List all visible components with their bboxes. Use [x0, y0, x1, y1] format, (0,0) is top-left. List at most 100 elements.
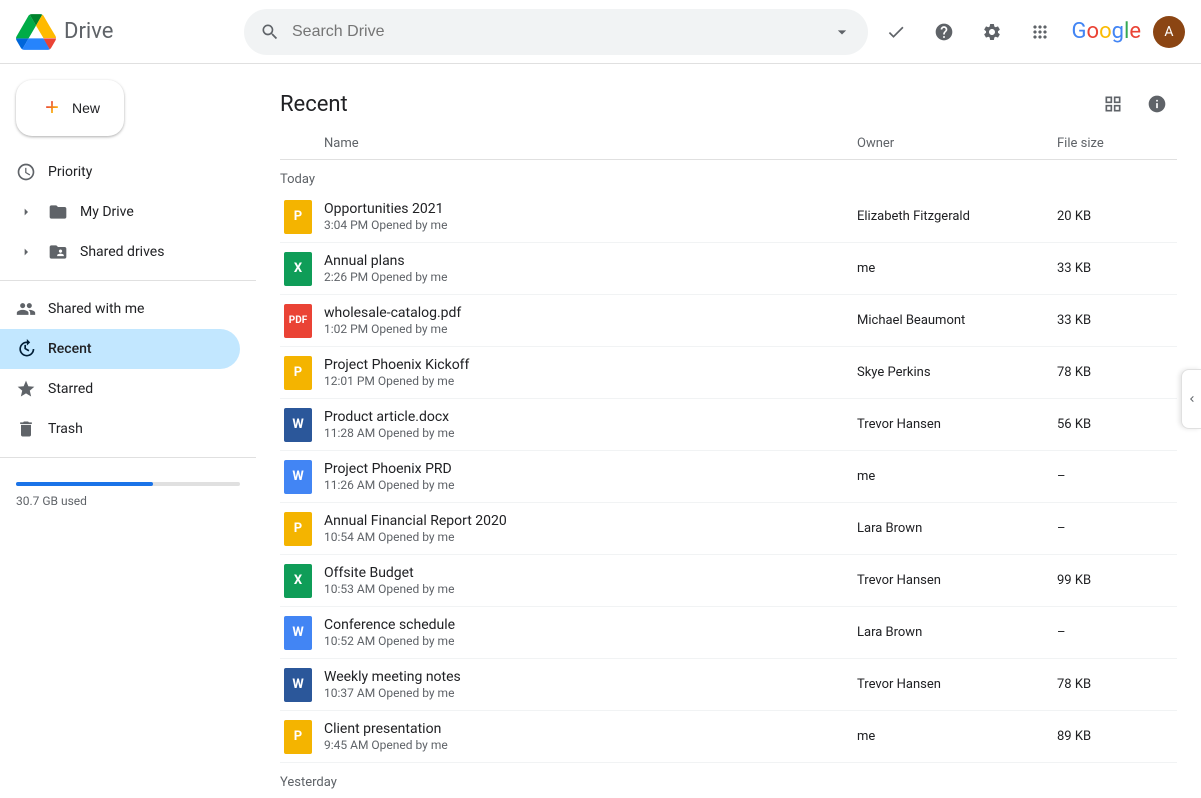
- new-button[interactable]: New: [16, 80, 124, 136]
- sidebar-item-my-drive[interactable]: My Drive: [0, 192, 240, 232]
- file-owner: Elizabeth Fitzgerald: [857, 209, 1057, 224]
- topbar-right: Google A: [876, 12, 1185, 52]
- table-row[interactable]: W Product article.docx 11:28 AM Opened b…: [280, 399, 1177, 451]
- file-size: 78 KB: [1057, 365, 1177, 380]
- file-time: 10:52 AM Opened by me: [324, 634, 857, 648]
- file-info: Weekly meeting notes 10:37 AM Opened by …: [324, 669, 857, 700]
- column-headers: Name Owner File size: [280, 136, 1177, 160]
- file-name: Project Phoenix Kickoff: [324, 357, 857, 373]
- file-type-icon: P: [284, 356, 312, 390]
- sidebar-item-trash[interactable]: Trash: [0, 409, 240, 449]
- table-row[interactable]: X Offsite Budget 10:53 AM Opened by me T…: [280, 555, 1177, 607]
- sidebar-item-shared-label: Shared with me: [48, 301, 144, 317]
- table-row[interactable]: P Project Phoenix Kickoff 12:01 PM Opene…: [280, 347, 1177, 399]
- file-name: Conference schedule: [324, 617, 857, 633]
- app-title: Drive: [64, 19, 113, 44]
- question-icon: [934, 22, 954, 42]
- table-row[interactable]: W Project Phoenix PRD 11:26 AM Opened by…: [280, 451, 1177, 503]
- file-owner: Lara Brown: [857, 625, 1057, 640]
- grid-view-btn[interactable]: [1093, 84, 1133, 124]
- topbar: Drive: [0, 0, 1201, 64]
- file-info: Client presentation 9:45 AM Opened by me: [324, 721, 857, 752]
- logo-area: Drive: [16, 12, 236, 52]
- table-row[interactable]: W Conference schedule 10:52 AM Opened by…: [280, 607, 1177, 659]
- sidebar-item-priority[interactable]: Priority: [0, 152, 240, 192]
- table-row[interactable]: X Annual plans 2:26 PM Opened by me me 3…: [280, 243, 1177, 295]
- sidebar-item-shared-drives[interactable]: Shared drives: [0, 232, 240, 272]
- file-time: 11:28 AM Opened by me: [324, 426, 857, 440]
- search-dropdown-icon[interactable]: [832, 22, 852, 42]
- file-type-icon: W: [284, 616, 312, 650]
- sidebar-divider-1: [0, 280, 256, 281]
- search-bar[interactable]: [244, 9, 868, 55]
- table-row[interactable]: W Weekly meeting notes 10:37 AM Opened b…: [280, 659, 1177, 711]
- file-size: 56 KB: [1057, 417, 1177, 432]
- storage-bar-bg: [16, 482, 240, 486]
- sidebar-item-recent-label: Recent: [48, 341, 92, 357]
- file-time: 10:54 AM Opened by me: [324, 530, 857, 544]
- support-icon-btn[interactable]: [876, 12, 916, 52]
- sidebar-item-my-drive-label: My Drive: [80, 204, 134, 220]
- table-row[interactable]: P Annual Financial Report 2020 10:54 AM …: [280, 503, 1177, 555]
- col-name-header: Name: [280, 136, 857, 151]
- file-icon-container: P: [280, 719, 316, 755]
- file-info: Product article.docx 11:28 AM Opened by …: [324, 409, 857, 440]
- file-name: Weekly meeting notes: [324, 669, 857, 685]
- sidebar-item-priority-label: Priority: [48, 164, 92, 180]
- avatar[interactable]: A: [1153, 16, 1185, 48]
- file-info: wholesale-catalog.pdf 1:02 PM Opened by …: [324, 305, 857, 336]
- file-owner: me: [857, 729, 1057, 744]
- file-owner: Trevor Hansen: [857, 417, 1057, 432]
- table-row[interactable]: P Opportunities 2021 3:04 PM Opened by m…: [280, 191, 1177, 243]
- sidebar-item-starred[interactable]: Starred: [0, 369, 240, 409]
- file-type-icon: P: [284, 720, 312, 754]
- file-time: 2:26 PM Opened by me: [324, 270, 857, 284]
- file-info: Opportunities 2021 3:04 PM Opened by me: [324, 201, 857, 232]
- file-time: 10:53 AM Opened by me: [324, 582, 857, 596]
- sidebar-divider-2: [0, 457, 256, 458]
- file-type-icon: W: [284, 460, 312, 494]
- grid-view-icon: [1103, 94, 1123, 114]
- file-type-icon: W: [284, 668, 312, 702]
- main-content: Recent Name Owner File size Today: [256, 64, 1201, 798]
- expand-icon[interactable]: [16, 242, 36, 262]
- file-info: Annual plans 2:26 PM Opened by me: [324, 253, 857, 284]
- storage-bar-fill: [16, 482, 153, 486]
- file-name: Client presentation: [324, 721, 857, 737]
- file-info: Offsite Budget 10:53 AM Opened by me: [324, 565, 857, 596]
- file-icon-container: X: [280, 251, 316, 287]
- file-time: 10:37 AM Opened by me: [324, 686, 857, 700]
- people-icon: [16, 299, 36, 319]
- search-input[interactable]: [292, 23, 820, 41]
- file-name: Project Phoenix PRD: [324, 461, 857, 477]
- checkmark-icon: [886, 22, 906, 42]
- file-owner: Trevor Hansen: [857, 677, 1057, 692]
- file-name: Offsite Budget: [324, 565, 857, 581]
- table-row[interactable]: P Client presentation 9:45 AM Opened by …: [280, 711, 1177, 763]
- table-row[interactable]: PDF wholesale-catalog.pdf 1:02 PM Opened…: [280, 295, 1177, 347]
- file-owner: Skye Perkins: [857, 365, 1057, 380]
- file-type-icon: P: [284, 200, 312, 234]
- file-icon-container: P: [280, 511, 316, 547]
- file-owner: me: [857, 469, 1057, 484]
- side-panel-toggle[interactable]: [1181, 369, 1201, 429]
- sidebar-item-recent[interactable]: Recent: [0, 329, 240, 369]
- sidebar-item-shared-with-me[interactable]: Shared with me: [0, 289, 240, 329]
- star-icon: [16, 379, 36, 399]
- file-type-icon: W: [284, 408, 312, 442]
- google-logo: Google: [1072, 19, 1141, 44]
- expand-icon[interactable]: [16, 202, 36, 222]
- settings-icon-btn[interactable]: [972, 12, 1012, 52]
- help-icon-btn[interactable]: [924, 12, 964, 52]
- apps-icon-btn[interactable]: [1020, 12, 1060, 52]
- search-icon: [260, 22, 280, 42]
- sidebar-item-starred-label: Starred: [48, 381, 93, 397]
- page-title: Recent: [280, 92, 348, 117]
- new-plus-icon: [40, 96, 64, 120]
- file-time: 11:26 AM Opened by me: [324, 478, 857, 492]
- sidebar: New Priority My Drive Shared drive: [0, 64, 256, 798]
- file-name: Opportunities 2021: [324, 201, 857, 217]
- file-time: 12:01 PM Opened by me: [324, 374, 857, 388]
- info-btn[interactable]: [1137, 84, 1177, 124]
- file-time: 9:45 AM Opened by me: [324, 738, 857, 752]
